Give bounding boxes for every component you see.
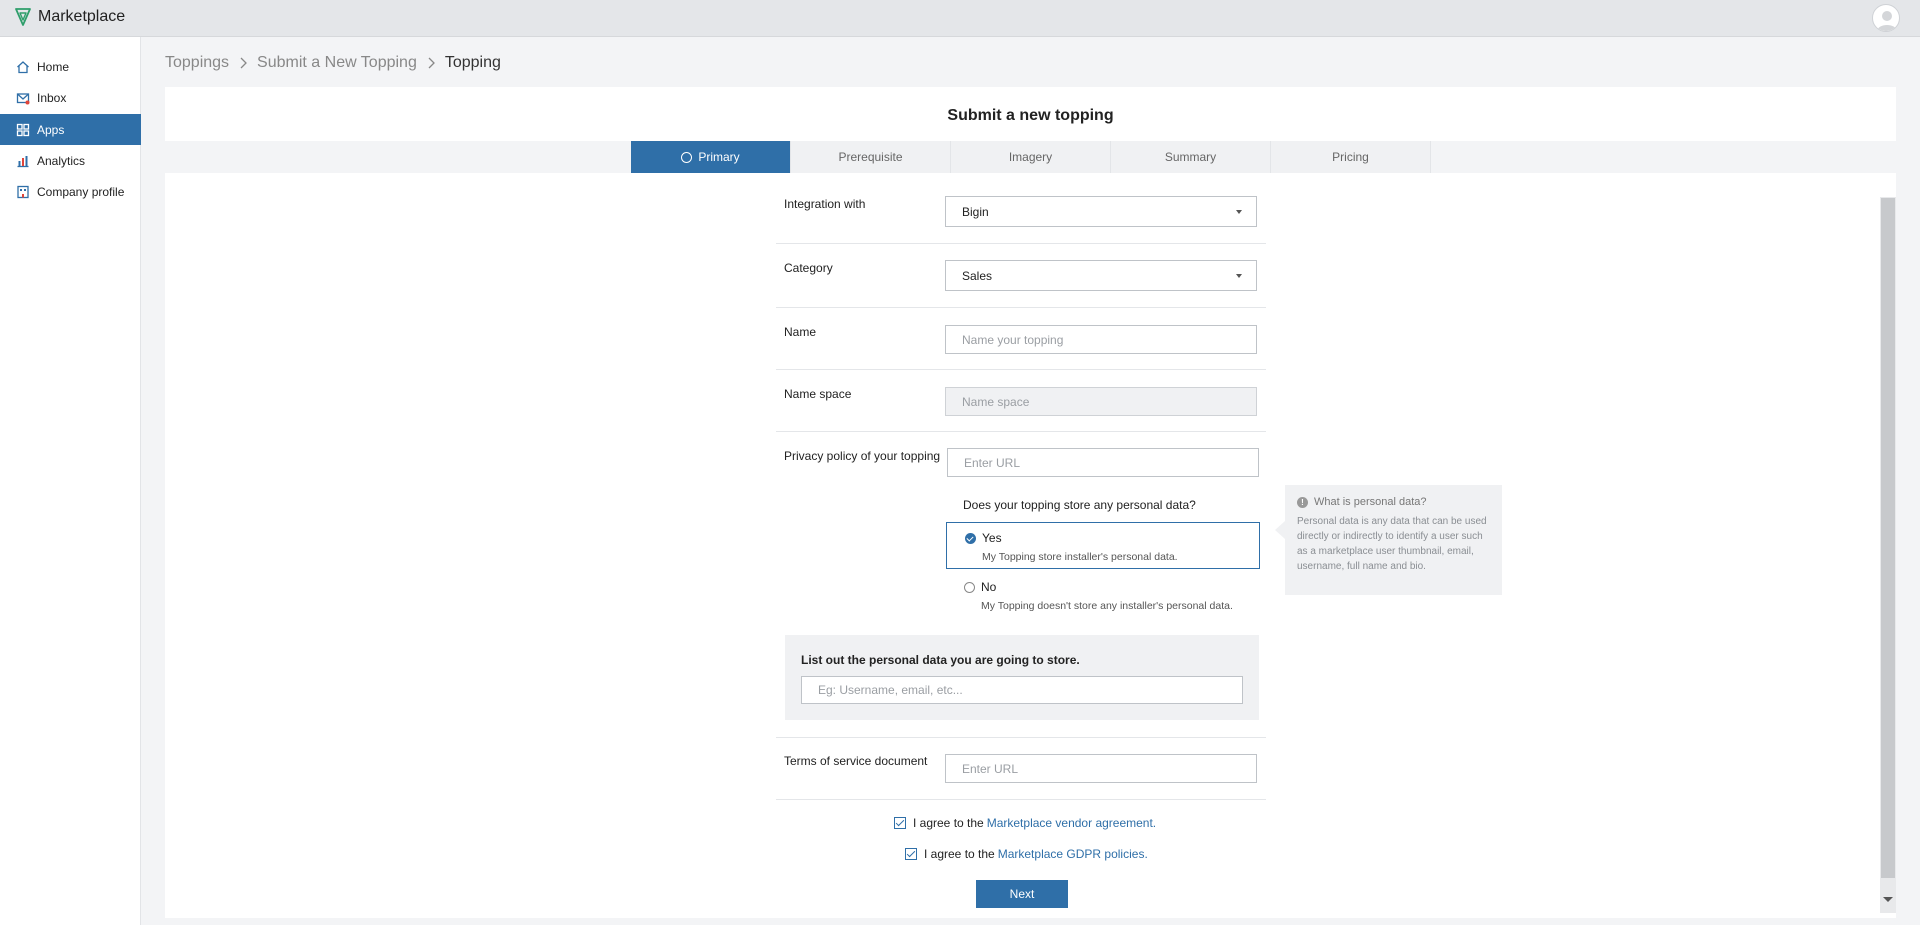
info-body: Personal data is any data that can be us…	[1297, 516, 1487, 572]
category-select[interactable]: Sales	[945, 260, 1257, 291]
integration-label: Integration with	[784, 197, 866, 211]
integration-value: Bigin	[962, 204, 989, 219]
home-icon	[17, 60, 29, 73]
caret-down-icon	[1236, 210, 1242, 214]
scrollbar-thumb[interactable]	[1881, 198, 1895, 878]
divider	[776, 431, 1266, 432]
category-value: Sales	[962, 268, 993, 283]
sidebar-item-label: Inbox	[37, 90, 67, 105]
divider	[776, 307, 1266, 308]
list-panel-title: List out the personal data you are going…	[801, 653, 1080, 667]
step-tabs: Primary Prerequisite Imagery Summary Pri…	[631, 141, 1431, 173]
radio-checked-icon	[965, 533, 976, 544]
privacy-label: Privacy policy of your topping	[784, 449, 941, 463]
breadcrumb-current: Topping	[444, 54, 501, 71]
namespace-label: Name space	[784, 387, 852, 401]
category-label: Category	[784, 261, 833, 275]
info-title-text: What is personal data?	[1314, 496, 1427, 508]
namespace-input	[945, 387, 1257, 416]
breadcrumb-submit-new-topping[interactable]: Submit a New Topping	[257, 54, 417, 72]
personal-data-no-option[interactable]: No My Topping doesn't store any installe…	[946, 572, 1260, 619]
radio-no-title: No	[981, 580, 997, 594]
step-ring-icon	[681, 151, 693, 163]
page-title: Submit a new topping	[947, 107, 1114, 124]
sidebar-item-inbox[interactable]: Inbox	[0, 82, 141, 113]
info-title: ! What is personal data?	[1297, 495, 1490, 510]
breadcrumb: Toppings Submit a New Topping Topping	[165, 54, 501, 72]
company-icon	[17, 185, 29, 198]
divider	[776, 799, 1266, 800]
sidebar-item-analytics[interactable]: Analytics	[0, 145, 141, 176]
marketplace-logo-icon	[15, 8, 31, 26]
chevron-right-icon	[240, 57, 247, 69]
inbox-icon	[16, 92, 30, 104]
tab-imagery[interactable]: Imagery	[951, 141, 1111, 173]
avatar[interactable]	[1872, 4, 1900, 32]
top-bar: Marketplace	[0, 0, 1920, 37]
analytics-icon	[17, 155, 29, 167]
breadcrumb-toppings[interactable]: Toppings	[165, 54, 229, 72]
sidebar-item-apps[interactable]: Apps	[0, 114, 141, 145]
personal-data-question: Does your topping store any personal dat…	[963, 498, 1196, 512]
scroll-down-icon[interactable]	[1883, 897, 1893, 902]
personal-data-list-input[interactable]	[801, 676, 1243, 704]
apps-grid-icon	[16, 123, 30, 136]
brand[interactable]: Marketplace	[14, 7, 125, 27]
gdpr-policies-link[interactable]: Marketplace GDPR policies.	[998, 847, 1148, 861]
radio-yes-desc: My Topping store installer's personal da…	[982, 551, 1178, 563]
next-button[interactable]: Next	[976, 880, 1068, 908]
terms-url-input[interactable]	[945, 754, 1257, 783]
radio-unchecked-icon	[964, 582, 975, 593]
sidebar: Home Inbox Apps Analytics Company profil…	[0, 37, 141, 925]
tab-label: Primary	[698, 150, 740, 164]
sidebar-item-label: Apps	[37, 122, 65, 137]
divider	[776, 369, 1266, 370]
sidebar-item-company-profile[interactable]: Company profile	[0, 176, 141, 207]
caret-down-icon	[1236, 274, 1242, 278]
user-avatar-icon	[1877, 11, 1897, 31]
chevron-right-icon	[428, 57, 435, 69]
tab-summary[interactable]: Summary	[1111, 141, 1271, 173]
sidebar-item-home[interactable]: Home	[0, 51, 141, 82]
tab-label: Pricing	[1332, 150, 1369, 164]
integration-select[interactable]: Bigin	[945, 196, 1257, 227]
vendor-agreement-link[interactable]: Marketplace vendor agreement.	[987, 816, 1156, 830]
tab-label: Prerequisite	[838, 150, 903, 164]
terms-label: Terms of service document	[784, 754, 928, 768]
vendor-agreement-row: I agree to the Marketplace vendor agreem…	[894, 816, 1156, 830]
radio-no-desc: My Topping doesn't store any installer's…	[981, 600, 1233, 612]
vendor-agreement-checkbox[interactable]	[894, 817, 906, 829]
name-input[interactable]	[945, 325, 1257, 354]
gdpr-agreement-prefix: I agree to the	[924, 847, 995, 861]
tab-label: Imagery	[1008, 150, 1053, 164]
tab-label: Summary	[1164, 150, 1217, 164]
personal-data-yes-option[interactable]: Yes My Topping store installer's persona…	[946, 522, 1260, 569]
tab-primary[interactable]: Primary	[631, 141, 791, 173]
divider	[776, 737, 1266, 738]
form-header: Submit a new topping	[165, 87, 1896, 141]
divider	[776, 243, 1266, 244]
name-label: Name	[784, 325, 817, 339]
radio-yes-title: Yes	[982, 531, 1002, 545]
privacy-url-input[interactable]	[947, 448, 1259, 477]
tab-prerequisite[interactable]: Prerequisite	[791, 141, 951, 173]
gdpr-agreement-checkbox[interactable]	[905, 848, 917, 860]
sidebar-item-label: Analytics	[37, 153, 86, 168]
vendor-agreement-prefix: I agree to the	[913, 816, 984, 830]
gdpr-agreement-row: I agree to the Marketplace GDPR policies…	[905, 847, 1148, 861]
tab-pricing[interactable]: Pricing	[1271, 141, 1431, 173]
sidebar-item-label: Company profile	[37, 184, 125, 199]
info-icon: !	[1297, 497, 1308, 508]
personal-data-info-box: ! What is personal data? Personal data i…	[1275, 485, 1502, 595]
app-title: Marketplace	[38, 8, 126, 25]
sidebar-item-label: Home	[37, 59, 70, 74]
